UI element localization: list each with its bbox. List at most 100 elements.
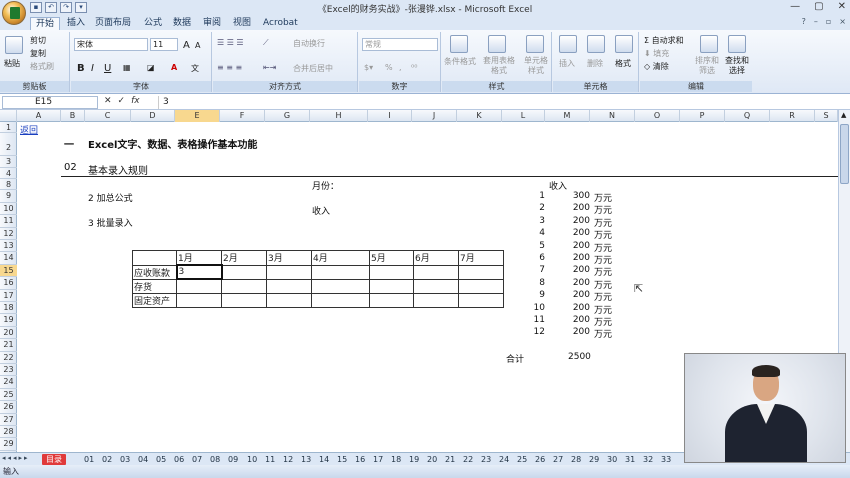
paste-button[interactable]: 粘贴: [4, 58, 20, 69]
sheet-tab[interactable]: 10: [247, 454, 257, 465]
orientation-icon[interactable]: ⟋: [263, 38, 269, 48]
income-unit[interactable]: 万元: [594, 228, 612, 241]
row-header-15[interactable]: 15: [0, 264, 17, 278]
find-select-button[interactable]: 查找和选择: [724, 56, 750, 76]
align-left-icon[interactable]: ≡ ≡ ≡: [217, 63, 242, 72]
income-index[interactable]: 3: [535, 216, 545, 226]
income-value[interactable]: 200: [565, 228, 590, 238]
table-format-icon[interactable]: [488, 35, 506, 53]
font-color-icon[interactable]: A: [171, 63, 177, 72]
income-index[interactable]: 1: [535, 191, 545, 201]
indent-icon[interactable]: ⇤⇥: [263, 63, 276, 72]
row-header-12[interactable]: 12: [0, 228, 17, 240]
table-header-cell[interactable]: 4月: [311, 250, 370, 266]
sheet-tab[interactable]: 15: [337, 454, 347, 465]
income-value[interactable]: 200: [565, 290, 590, 300]
table-cell[interactable]: [413, 292, 459, 308]
table-cell[interactable]: [266, 264, 312, 280]
font-size-field[interactable]: 11: [150, 38, 178, 51]
sheet-tab[interactable]: 28: [571, 454, 581, 465]
col-header-q[interactable]: Q: [725, 110, 770, 122]
sheet-tab[interactable]: 13: [301, 454, 311, 465]
income-unit[interactable]: 万元: [594, 216, 612, 229]
borders-icon[interactable]: ▦: [123, 63, 131, 72]
table-cell[interactable]: [369, 264, 414, 280]
sheet-tab[interactable]: 05: [156, 454, 166, 465]
row-header-13[interactable]: 13: [0, 240, 17, 253]
row-header-25[interactable]: 25: [0, 389, 17, 402]
back-link[interactable]: 返回: [20, 123, 38, 136]
table-cell[interactable]: [221, 264, 267, 280]
income-value[interactable]: 200: [565, 203, 590, 213]
row-label-cell[interactable]: 应收账款: [132, 264, 177, 280]
row-header-17[interactable]: 17: [0, 290, 17, 302]
income-index[interactable]: 10: [530, 303, 545, 313]
table-cell[interactable]: [369, 292, 414, 308]
income-value[interactable]: 300: [565, 191, 590, 201]
currency-icon[interactable]: $▾: [364, 63, 373, 72]
income-index[interactable]: 4: [535, 228, 545, 238]
tab-acrobat[interactable]: Acrobat: [258, 17, 303, 30]
row-header-24[interactable]: 24: [0, 376, 17, 389]
col-header-k[interactable]: K: [457, 110, 502, 122]
row-header-27[interactable]: 27: [0, 414, 17, 426]
table-cell[interactable]: [458, 278, 504, 294]
col-header-r[interactable]: R: [770, 110, 815, 122]
delete-cells-icon[interactable]: [587, 35, 605, 53]
tab-review[interactable]: 审阅: [198, 17, 226, 30]
row-label-cell[interactable]: 固定资产: [132, 292, 177, 308]
income-index[interactable]: 8: [535, 278, 545, 288]
tab-home[interactable]: 开始: [30, 17, 61, 30]
grow-font-button[interactable]: A: [183, 40, 190, 51]
table-format-button[interactable]: 套用表格格式: [482, 56, 516, 76]
income-value[interactable]: 200: [565, 253, 590, 263]
income-unit[interactable]: 万元: [594, 253, 612, 266]
percent-button[interactable]: %: [385, 63, 393, 72]
active-cell-e15[interactable]: 3: [175, 264, 223, 280]
clear-button[interactable]: 清除: [653, 62, 669, 71]
insert-cells-icon[interactable]: [559, 35, 577, 53]
table-cell[interactable]: [311, 278, 370, 294]
table-cell[interactable]: [266, 278, 312, 294]
sheet-tab[interactable]: 04: [138, 454, 148, 465]
formula-input[interactable]: 3: [158, 96, 838, 109]
total-label[interactable]: 合计: [506, 352, 524, 365]
row-header-1[interactable]: 1: [0, 122, 17, 134]
income-value[interactable]: 200: [565, 241, 590, 251]
row-header-22[interactable]: 22: [0, 352, 17, 364]
row-header-3[interactable]: 3: [0, 156, 17, 168]
col-header-h[interactable]: H: [310, 110, 368, 122]
row-header-9[interactable]: 9: [0, 190, 17, 203]
sheet-tab[interactable]: 20: [427, 454, 437, 465]
table-header-cell[interactable]: 1月: [176, 250, 222, 266]
table-cell[interactable]: [369, 278, 414, 294]
cancel-icon[interactable]: ✕: [104, 96, 112, 106]
income-index[interactable]: 5: [535, 241, 545, 251]
table-header-cell[interactable]: 5月: [369, 250, 414, 266]
row-header-28[interactable]: 28: [0, 426, 17, 439]
conditional-format-icon[interactable]: [450, 35, 468, 53]
sheet-tab[interactable]: 17: [373, 454, 383, 465]
table-header-cell[interactable]: 6月: [413, 250, 459, 266]
sort-filter-icon[interactable]: [700, 35, 718, 53]
ribbon-minimize-icon[interactable]: –: [814, 17, 818, 26]
col-header-o[interactable]: O: [635, 110, 680, 122]
sheet-tab[interactable]: 14: [319, 454, 329, 465]
tab-formulas[interactable]: 公式: [139, 17, 167, 30]
row-header-21[interactable]: 21: [0, 339, 17, 352]
minimize-button[interactable]: —: [790, 1, 800, 12]
decimal-icon[interactable]: ⁰⁰: [411, 63, 417, 72]
sheet-tab[interactable]: 27: [553, 454, 563, 465]
fill-button[interactable]: 填充: [653, 49, 669, 58]
sheet-tab[interactable]: 25: [517, 454, 527, 465]
scroll-up-icon[interactable]: ▲: [841, 111, 846, 119]
cell-styles-button[interactable]: 单元格样式: [522, 56, 550, 76]
income-unit[interactable]: 万元: [594, 278, 612, 291]
conditional-format-button[interactable]: 条件格式: [444, 56, 476, 67]
sheet-tab[interactable]: 24: [499, 454, 509, 465]
col-header-c[interactable]: C: [85, 110, 131, 122]
sheet-tab[interactable]: 01: [84, 454, 94, 465]
col-header-i[interactable]: I: [368, 110, 412, 122]
income-value[interactable]: 200: [565, 327, 590, 337]
table-cell[interactable]: [221, 278, 267, 294]
